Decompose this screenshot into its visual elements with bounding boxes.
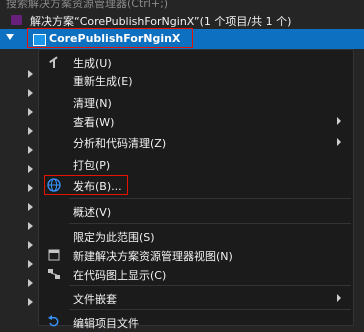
- tree-expand-icon[interactable]: [28, 108, 33, 116]
- tree-expand-icon[interactable]: [28, 127, 33, 135]
- solution-label: 解决方案“CorePublishForNginX”(1 个项目/共 1 个): [30, 15, 292, 28]
- menu-item-pack[interactable]: 打包(P): [39, 154, 353, 174]
- publish-highlight-box: [44, 175, 128, 195]
- expand-caret-icon[interactable]: [6, 34, 14, 40]
- menu-item-label: 在代码图上显示(C): [73, 269, 167, 282]
- menu-item-label: 编辑项目文件: [73, 317, 139, 330]
- build-icon: [49, 56, 58, 68]
- menu-separator: [69, 309, 351, 310]
- menu-item-rebuild[interactable]: 重新生成(E): [39, 70, 353, 90]
- tree-expand-icon[interactable]: [28, 89, 33, 97]
- menu-item-label: 概述(V): [73, 206, 112, 219]
- tree-expand-icon[interactable]: [28, 222, 33, 230]
- menu-separator: [69, 223, 351, 224]
- menu-separator: [69, 285, 351, 286]
- menu-item-label: 重新生成(E): [73, 75, 133, 88]
- tree-expand-icon[interactable]: [28, 146, 33, 154]
- refresh-icon: [48, 315, 59, 327]
- tree-expand-icon[interactable]: [28, 70, 33, 78]
- search-placeholder: 搜索解决方案资源管理器(Ctrl+;): [6, 0, 169, 10]
- tree-expand-icon[interactable]: [28, 279, 33, 287]
- search-input[interactable]: 搜索解决方案资源管理器(Ctrl+;): [0, 0, 364, 10]
- tree-expand-icon[interactable]: [28, 165, 33, 173]
- menu-item-clean[interactable]: 清理(N): [39, 92, 353, 112]
- submenu-arrow-icon: [337, 138, 341, 146]
- menu-item-label: 文件嵌套: [73, 293, 117, 306]
- tree-expand-icon[interactable]: [28, 298, 33, 306]
- tree-expand-icon[interactable]: [28, 260, 33, 268]
- project-highlight-box: [27, 28, 193, 48]
- menu-separator: [69, 198, 351, 199]
- solution-icon: [11, 15, 22, 25]
- menu-item-label: 限定为此范围(S): [73, 231, 155, 244]
- menu-item-analyze[interactable]: 分析和代码清理(Z): [39, 132, 353, 152]
- menu-item-edit-project[interactable]: 编辑项目文件: [39, 312, 353, 332]
- new-view-icon: [48, 249, 60, 261]
- menu-item-build[interactable]: 生成(U): [39, 52, 353, 72]
- submenu-arrow-icon: [337, 117, 341, 125]
- tree-expand-icon[interactable]: [28, 203, 33, 211]
- menu-item-label: 分析和代码清理(Z): [73, 137, 167, 150]
- submenu-arrow-icon: [337, 294, 341, 302]
- menu-item-label: 新建解决方案资源管理器视图(N): [73, 250, 233, 263]
- menu-item-code-map[interactable]: 在代码图上显示(C): [39, 264, 353, 284]
- context-menu: 生成(U) 重新生成(E) 清理(N) 查看(W) 分析和代码清理(Z) 打包(…: [38, 49, 354, 330]
- menu-item-label: 打包(P): [73, 159, 111, 172]
- menu-item-label: 查看(W): [73, 116, 115, 129]
- code-map-icon: [48, 269, 60, 279]
- tree-expand-icon[interactable]: [28, 184, 33, 192]
- tree-expand-icon[interactable]: [28, 241, 33, 249]
- menu-item-overview[interactable]: 概述(V): [39, 201, 353, 221]
- menu-item-label: 清理(N): [73, 97, 112, 110]
- solution-node[interactable]: 解决方案“CorePublishForNginX”(1 个项目/共 1 个): [0, 11, 364, 29]
- menu-item-file-nesting[interactable]: 文件嵌套: [39, 288, 353, 308]
- menu-item-new-view[interactable]: 新建解决方案资源管理器视图(N): [39, 245, 353, 265]
- menu-item-view[interactable]: 查看(W): [39, 111, 353, 131]
- menu-item-scope[interactable]: 限定为此范围(S): [39, 226, 353, 246]
- menu-item-label: 生成(U): [73, 57, 112, 70]
